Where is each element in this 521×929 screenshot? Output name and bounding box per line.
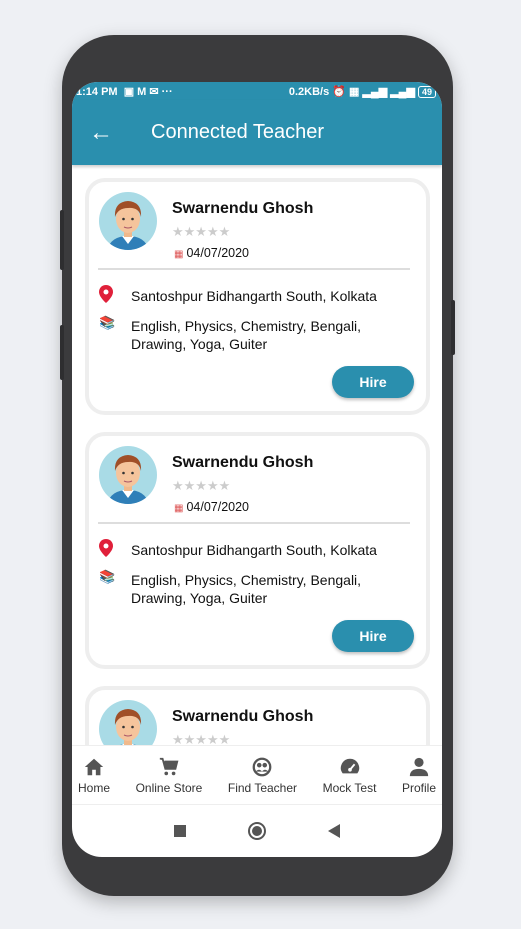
recents-button[interactable] [174,825,186,837]
back-system-button[interactable] [328,824,340,838]
date: ▦ 04/07/2020 [174,500,249,514]
divider [98,522,410,524]
nav-find-teacher[interactable]: Find Teacher [228,746,297,804]
hire-button[interactable]: Hire [332,366,414,398]
date-text: 04/07/2020 [186,246,250,260]
nav-online-store[interactable]: Online Store [135,746,203,804]
page-title: Connected Teacher [151,121,325,143]
avatar [99,700,157,745]
bottom-nav: Home Online Store Find Teacher Mock Test… [72,745,442,805]
location-text: Santoshpur Bidhangarth South, Kolkata [131,542,377,558]
calendar-icon: ▦ [174,249,184,260]
teacher-name: Swarnendu Ghosh [172,708,314,725]
avatar [99,192,157,250]
divider [98,268,410,270]
calendar-icon: ▦ [174,503,184,514]
nav-label: Home [78,780,111,795]
network-speed: 0.2KB/s [288,85,330,98]
location-text: Santoshpur Bidhangarth South, Kolkata [131,288,377,304]
avatar [99,446,157,504]
subjects-text: English, Physics, Chemistry, Bengali, Dr… [131,318,362,352]
teacher-card: Swarnendu Ghosh ★★★★★ ▦04/07/2020 Santos… [85,178,430,415]
location-pin-icon [99,285,113,303]
teacher-card: Swarnendu Ghosh ★★★★★ ▦04/07/2020 Santos… [85,432,430,669]
home-system-button[interactable] [248,822,266,840]
books-icon: 📚 [99,569,116,584]
date-text: 04/07/2020 [186,500,250,514]
home-icon [84,758,104,775]
notification-icons: ▣ M ✉ ··· [123,85,173,98]
nav-mock-test[interactable]: Mock Test [322,746,377,804]
status-time: 1:14 PM [76,85,118,98]
teacher-name: Swarnendu Ghosh [172,454,314,471]
location-pin-icon [99,539,113,557]
nav-home[interactable]: Home [78,746,110,804]
system-nav-bar [72,805,442,857]
subjects-text: English, Physics, Chemistry, Bengali, Dr… [131,572,362,606]
nav-label: Find Teacher [227,780,298,795]
hire-button[interactable]: Hire [332,620,414,652]
screen: 1:14 PM ▣ M ✉ ··· 0.2KB/s ⏰ ▦ ▂▄▆ ▂▄▆ 49… [72,82,442,857]
teacher-name: Swarnendu Ghosh [172,200,314,217]
teacher-card: Swarnendu Ghosh ★★★★★ ▦04/07/2020 Santos… [85,686,430,745]
volume-button [60,210,64,270]
rating-stars: ★★★★★ [172,478,231,493]
date: ▦ 04/07/2020 [174,246,249,260]
nav-label: Online Store [135,780,203,795]
nav-label: Profile [401,780,436,795]
find-teacher-icon [253,757,272,776]
rating-stars: ★★★★★ [172,224,231,239]
volume-button [60,325,64,380]
teacher-list[interactable]: Swarnendu Ghosh ★★★★★ ▦ 04/07/2020 Santos… [72,165,442,745]
nav-label: Mock Test [322,780,377,795]
power-button [451,300,455,355]
rating-stars: ★★★★★ [172,732,231,745]
nav-profile[interactable]: Profile [402,746,436,804]
cart-icon [159,757,179,775]
books-icon: 📚 [99,315,116,330]
status-bar: 1:14 PM ▣ M ✉ ··· 0.2KB/s ⏰ ▦ ▂▄▆ ▂▄▆ 49 [72,82,442,100]
app-header: ← Connected Teacher [72,100,442,165]
speedometer-icon [340,758,359,773]
person-icon [409,757,429,776]
back-arrow-icon[interactable]: ← [72,119,130,147]
